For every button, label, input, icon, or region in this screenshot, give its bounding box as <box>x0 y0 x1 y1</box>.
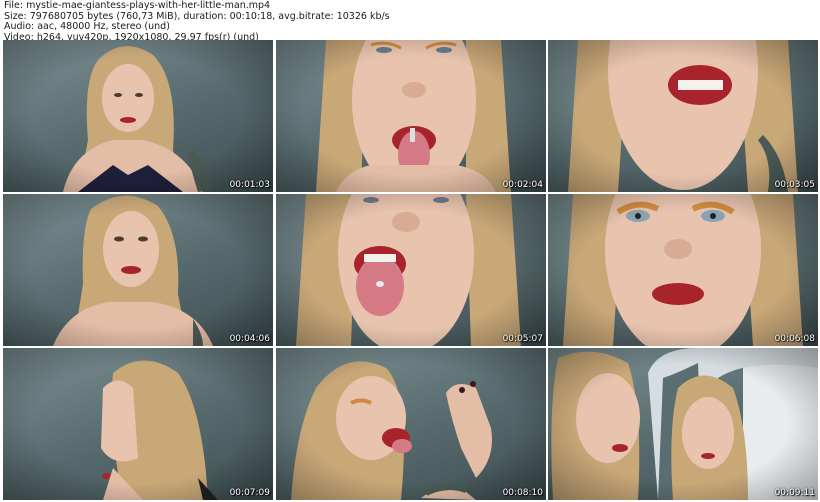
video-thumbnail: 00:09:11 <box>548 348 818 500</box>
thumbnail-timestamp: 00:06:08 <box>774 334 815 344</box>
video-thumbnail: 00:05:07 <box>276 194 546 346</box>
file-info-header: File: mystie-mae-giantess-plays-with-her… <box>4 0 390 43</box>
video-thumbnail: 00:03:05 <box>548 40 818 192</box>
video-thumbnail: 00:06:08 <box>548 194 818 346</box>
thumbnail-timestamp: 00:04:06 <box>229 334 270 344</box>
video-thumbnail: 00:07:09 <box>3 348 273 500</box>
video-thumbnail: 00:04:06 <box>3 194 273 346</box>
contact-sheet: File: mystie-mae-giantess-plays-with-her… <box>0 0 820 502</box>
thumbnail-timestamp: 00:05:07 <box>502 334 543 344</box>
video-thumbnail: 00:08:10 <box>276 348 546 500</box>
thumbnail-timestamp: 00:07:09 <box>229 488 270 498</box>
video-thumbnail: 00:02:04 <box>276 40 546 192</box>
thumbnail-grid: 00:01:03 00:02:04 00:03:05 00:04:06 00:0… <box>3 40 818 500</box>
thumbnail-timestamp: 00:01:03 <box>229 180 270 190</box>
video-thumbnail: 00:01:03 <box>3 40 273 192</box>
thumbnail-timestamp: 00:09:11 <box>774 488 815 498</box>
file-name-line: File: mystie-mae-giantess-plays-with-her… <box>4 0 271 11</box>
thumbnail-timestamp: 00:03:05 <box>774 180 815 190</box>
thumbnail-timestamp: 00:08:10 <box>502 488 543 498</box>
thumbnail-timestamp: 00:02:04 <box>502 180 543 190</box>
